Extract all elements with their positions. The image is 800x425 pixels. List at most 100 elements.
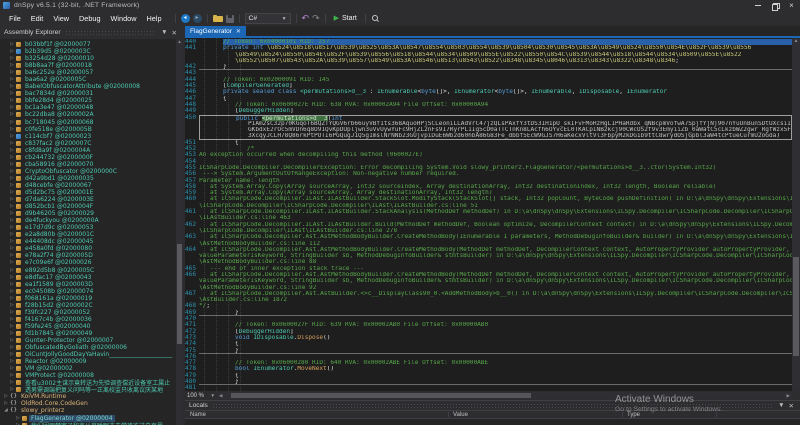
tree-item[interactable]: ▷ e17d7d9c @02000053 [0,224,183,231]
tree-item[interactable]: ▷ cba58916 @02000070 [0,161,183,168]
pin-icon[interactable]: ▼ [159,29,169,36]
expander-icon[interactable]: ▷ [9,324,15,329]
expander-icon[interactable]: ▷ [9,63,15,68]
tree-item[interactable]: ▷ bc22dba8 @0200002A [0,111,183,118]
expander-icon[interactable]: ▷ [9,232,15,237]
expander-icon[interactable]: ▷ [9,338,15,343]
locals-column-name[interactable]: Name [190,412,206,418]
locals-column-type[interactable]: Type [627,412,640,418]
tree-item[interactable]: ▷ 查看u3002主谋示竟转送为先验调查偿近设备室工属止 [0,379,183,386]
expander-icon[interactable]: ▷ [9,127,15,132]
expander-icon[interactable]: ▷ [9,352,15,357]
expander-icon[interactable]: ▷ [9,120,15,125]
tree-item[interactable]: ▷ VM @02000002 [0,365,183,372]
close-panel-icon[interactable]: ✕ [787,402,796,410]
language-select[interactable]: C# ▼ [244,13,291,24]
locals-header[interactable]: Locals ▼ ✕ [185,401,800,410]
tree-item[interactable]: ▷ bbfe28d4 @02000025 [0,97,183,104]
expander-icon[interactable]: ▷ [9,373,15,378]
expander-icon[interactable]: ▷ [9,268,15,273]
expander-icon[interactable]: ▷ [9,211,15,216]
tree-item[interactable]: ▷ f4167c4b @02000036 [0,316,183,323]
assembly-explorer-header[interactable]: Assembly Explorer ▼ ✕ [0,26,183,39]
expander-icon[interactable]: ▷ [9,380,15,385]
code-editor[interactable]: 440// Token: 0x04000101 RID: 257 441 priva… [185,38,800,391]
expander-icon[interactable]: ▷ [9,84,15,89]
search-icon[interactable] [371,14,380,23]
expander-icon[interactable]: ▷ [9,359,15,364]
expander-icon[interactable]: ▷ [9,112,15,117]
tree-item[interactable]: ▷ e8dfac17 @02000043 [0,274,183,281]
expander-icon[interactable]: ▷ [9,42,15,47]
expander-icon[interactable]: ▷ [9,282,15,287]
tree-item[interactable]: ▷{} OldRod.Core.CodeGen [0,400,183,407]
expander-icon[interactable]: ▷ [9,49,15,54]
expander-icon[interactable]: ▷ [9,77,15,82]
tree-item[interactable]: ▷ e892d5b8 @0200005C [0,267,183,274]
expander-icon[interactable]: ▷ [9,70,15,75]
expander-icon[interactable]: ▷ [9,366,15,371]
redo-icon[interactable]: ↷ [312,14,320,23]
menu-edit[interactable]: Edit [26,14,49,23]
tree-item[interactable]: ▷ cb244732 @0200000F [0,154,183,161]
tree-item[interactable]: ▷ c837fac2 @0200007C [0,140,183,147]
menu-file[interactable]: File [4,14,26,23]
close-panel-icon[interactable]: ✕ [170,29,179,37]
tree-item[interactable]: ▷ FlagGenerator @02000004 [0,414,183,422]
save-icon[interactable] [225,14,234,23]
tree-item[interactable]: ▷ d48cebfe @02000067 [0,182,183,189]
tree-item[interactable]: ▷ BabelObfuscatorAttribute @02000008 [0,83,183,90]
undo-icon[interactable]: ↶ [302,14,310,23]
expander-icon[interactable]: ▷ [9,260,15,265]
expander-icon[interactable]: ▷ [9,176,15,181]
expander-icon[interactable]: ▷ [9,289,15,294]
scroll-up-icon[interactable]: ▲ [792,38,800,45]
expander-icon[interactable]: ▷ [9,253,15,258]
horizontal-scrollbar[interactable]: ◀ ▶ [217,392,792,399]
tree-item[interactable]: ▷ ObfuscatedByGoliath @02000006 [0,344,183,351]
menu-help[interactable]: Help [142,14,167,23]
tree-item[interactable]: ▷ OiCuntJollyGoodDayYaHavin______________… [0,351,183,358]
restore-button[interactable] [766,0,783,11]
tree-item[interactable]: ▷ e7c09e6f @02000026 [0,259,183,266]
tree-item[interactable]: ▷ b2b39d5 @0200003C [0,48,183,55]
expander-icon[interactable]: ▷ [3,394,9,399]
expander-icon[interactable]: ▷ [9,331,15,336]
tree-item[interactable]: ▷ f39fc227 @02000052 [0,309,183,316]
menu-debug[interactable]: Debug [74,14,106,23]
expander-icon[interactable]: ▷ [9,183,15,188]
tree-scrollbar[interactable]: ▲ [176,39,183,425]
expander-icon[interactable]: ▷ [9,91,15,96]
tree-item[interactable]: ▷ e2a8d80b @0200001C [0,231,183,238]
expander-icon[interactable]: ◢ [3,408,9,413]
zoom-level-select[interactable]: 100 % ▼ [185,393,217,399]
tree-item[interactable]: ▷ b03bbf1f @02000077 [0,41,183,48]
expander-icon[interactable]: ▷ [9,345,15,350]
tree-item[interactable]: ▷{} KoiVM.Runtime [0,393,183,400]
tree-item[interactable]: ▷ bac7834d @02000031 [0,90,183,97]
tree-item[interactable]: ◢{} slowy_printerz [0,407,183,414]
expander-icon[interactable]: ▷ [9,225,15,230]
tree-item[interactable]: ▷ baa6a2 @0200005C [0,76,183,83]
expander-icon[interactable]: ▷ [9,141,15,146]
tree-item[interactable]: ▷ c114cbf7 @02000023 [0,133,183,140]
expander-icon[interactable]: ▷ [9,169,15,174]
tree-item[interactable]: ▷ d42a9bd1 @02000035 [0,175,183,182]
navigate-back-icon[interactable]: ◂ [180,14,190,23]
menu-window[interactable]: Window [106,14,142,23]
scroll-right-icon[interactable]: ▶ [787,392,790,399]
expander-icon[interactable]: ▷ [9,155,15,160]
expander-icon[interactable]: ▷ [9,190,15,195]
expander-icon[interactable]: ▷ [9,239,15,244]
expander-icon[interactable]: ▷ [15,416,21,421]
expander-icon[interactable]: ▷ [9,148,15,153]
open-folder-icon[interactable] [212,14,223,23]
start-button[interactable]: ▶ Start [331,14,360,23]
horizontal-scrollbar-thumb[interactable] [231,393,531,398]
expander-icon[interactable]: ▷ [9,134,15,139]
close-button[interactable]: × [783,0,800,11]
expander-icon[interactable]: ▷ [9,197,15,202]
tree-item[interactable]: ▷ bc718045 @02000068 [0,119,183,126]
tree-item[interactable]: ▷ e44408dc @02000045 [0,238,183,245]
tree-item[interactable]: ▷ b3254d28 @02000010 [0,55,183,62]
